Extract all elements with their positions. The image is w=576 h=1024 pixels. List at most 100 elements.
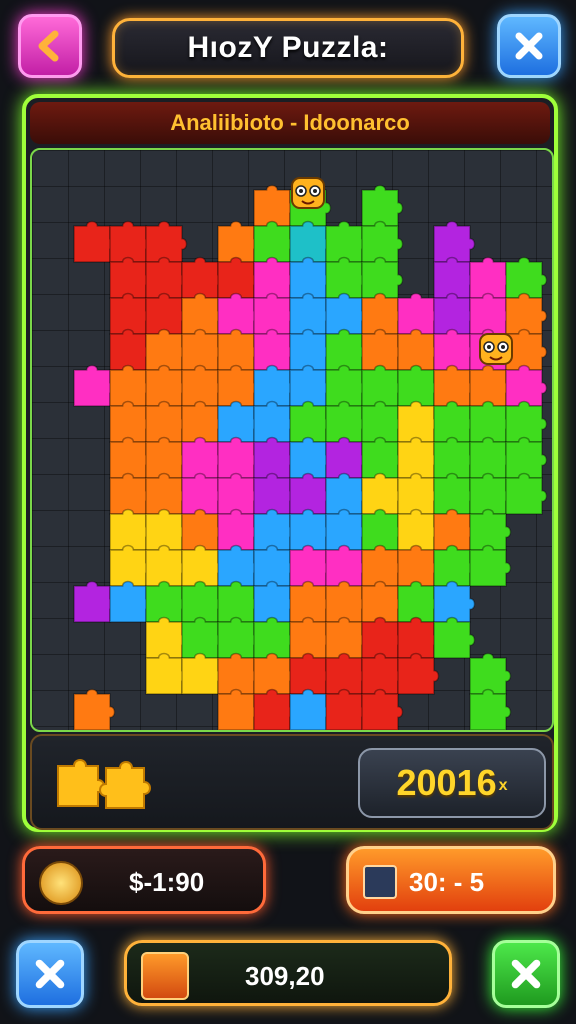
puzzle-piece[interactable] — [253, 328, 296, 371]
puzzle-piece[interactable] — [325, 508, 368, 551]
puzzle-piece[interactable] — [469, 364, 512, 407]
puzzle-piece[interactable] — [289, 688, 332, 730]
puzzle-piece[interactable] — [217, 616, 260, 659]
puzzle-piece[interactable] — [217, 508, 260, 551]
puzzle-piece[interactable] — [397, 292, 440, 335]
puzzle-piece[interactable] — [181, 256, 224, 299]
puzzle-piece[interactable] — [433, 256, 476, 299]
puzzle-piece[interactable] — [289, 616, 332, 659]
puzzle-piece[interactable] — [217, 652, 260, 695]
puzzle-piece[interactable] — [505, 256, 548, 299]
puzzle-piece[interactable] — [289, 328, 332, 371]
puzzle-piece[interactable] — [181, 328, 224, 371]
puzzle-piece[interactable] — [181, 364, 224, 407]
puzzle-piece[interactable] — [325, 400, 368, 443]
puzzle-piece[interactable] — [361, 580, 404, 623]
puzzle-piece[interactable] — [109, 544, 152, 587]
piece-tray[interactable]: 20016 x — [30, 734, 554, 830]
puzzle-piece[interactable] — [325, 436, 368, 479]
puzzle-piece[interactable] — [145, 256, 188, 299]
puzzle-piece[interactable] — [361, 328, 404, 371]
puzzle-piece[interactable] — [217, 544, 260, 587]
puzzle-piece[interactable] — [289, 220, 332, 263]
puzzle-piece[interactable] — [505, 472, 548, 515]
puzzle-piece[interactable] — [73, 220, 116, 263]
puzzle-piece[interactable] — [145, 616, 188, 659]
loose-pieces[interactable] — [54, 756, 184, 812]
puzzle-piece[interactable] — [145, 652, 188, 695]
puzzle-piece[interactable] — [433, 616, 476, 659]
puzzle-piece[interactable] — [469, 688, 512, 730]
puzzle-piece[interactable] — [253, 652, 296, 695]
puzzle-piece[interactable] — [253, 580, 296, 623]
puzzle-piece[interactable] — [145, 328, 188, 371]
puzzle-piece[interactable] — [505, 364, 548, 407]
cancel-button[interactable] — [16, 940, 84, 1008]
puzzle-piece[interactable] — [433, 328, 476, 371]
puzzle-piece[interactable] — [469, 436, 512, 479]
puzzle-piece[interactable] — [181, 544, 224, 587]
puzzle-piece[interactable] — [289, 364, 332, 407]
puzzle-piece[interactable] — [145, 544, 188, 587]
puzzle-piece-icon[interactable] — [57, 759, 105, 807]
puzzle-piece[interactable] — [469, 508, 512, 551]
puzzle-piece[interactable] — [109, 256, 152, 299]
puzzle-piece[interactable] — [361, 220, 404, 263]
puzzle-piece[interactable] — [217, 400, 260, 443]
puzzle-piece[interactable] — [253, 688, 296, 730]
puzzle-piece[interactable] — [505, 292, 548, 335]
puzzle-piece[interactable] — [361, 652, 404, 695]
puzzle-piece[interactable] — [325, 652, 368, 695]
puzzle-pieces[interactable] — [32, 150, 552, 730]
puzzle-piece[interactable] — [361, 292, 404, 335]
puzzle-piece[interactable] — [289, 544, 332, 587]
puzzle-piece[interactable] — [181, 508, 224, 551]
puzzle-piece[interactable] — [181, 472, 224, 515]
puzzle-piece[interactable] — [361, 688, 404, 730]
puzzle-piece[interactable] — [289, 652, 332, 695]
puzzle-piece[interactable] — [217, 364, 260, 407]
puzzle-piece[interactable] — [289, 400, 332, 443]
puzzle-piece[interactable] — [433, 436, 476, 479]
puzzle-piece[interactable] — [397, 508, 440, 551]
puzzle-piece[interactable] — [217, 436, 260, 479]
puzzle-piece[interactable] — [469, 544, 512, 587]
puzzle-piece[interactable] — [181, 616, 224, 659]
puzzle-piece[interactable] — [469, 652, 512, 695]
puzzle-piece[interactable] — [181, 580, 224, 623]
puzzle-piece[interactable] — [181, 400, 224, 443]
puzzle-piece[interactable] — [325, 220, 368, 263]
puzzle-piece[interactable] — [325, 472, 368, 515]
puzzle-piece[interactable] — [181, 292, 224, 335]
puzzle-piece[interactable] — [433, 292, 476, 335]
puzzle-piece[interactable] — [145, 472, 188, 515]
puzzle-piece[interactable] — [217, 220, 260, 263]
puzzle-piece[interactable] — [433, 580, 476, 623]
puzzle-piece[interactable] — [505, 400, 548, 443]
puzzle-piece[interactable] — [253, 364, 296, 407]
puzzle-piece[interactable] — [109, 508, 152, 551]
puzzle-piece[interactable] — [73, 364, 116, 407]
puzzle-piece[interactable] — [145, 508, 188, 551]
puzzle-piece[interactable] — [289, 472, 332, 515]
puzzle-piece[interactable] — [505, 436, 548, 479]
puzzle-piece[interactable] — [145, 436, 188, 479]
puzzle-piece[interactable] — [325, 364, 368, 407]
puzzle-piece[interactable] — [397, 364, 440, 407]
puzzle-piece[interactable] — [361, 544, 404, 587]
puzzle-piece[interactable] — [217, 256, 260, 299]
puzzle-piece[interactable] — [469, 256, 512, 299]
puzzle-piece[interactable] — [289, 508, 332, 551]
puzzle-piece[interactable] — [253, 472, 296, 515]
puzzle-piece[interactable] — [397, 472, 440, 515]
puzzle-piece[interactable] — [361, 472, 404, 515]
puzzle-piece[interactable] — [433, 472, 476, 515]
puzzle-piece[interactable] — [469, 400, 512, 443]
puzzle-piece[interactable] — [109, 364, 152, 407]
puzzle-piece[interactable] — [325, 616, 368, 659]
puzzle-piece[interactable] — [325, 580, 368, 623]
puzzle-piece[interactable] — [73, 580, 116, 623]
puzzle-piece[interactable] — [397, 652, 440, 695]
puzzle-piece[interactable] — [217, 580, 260, 623]
puzzle-piece[interactable] — [253, 292, 296, 335]
